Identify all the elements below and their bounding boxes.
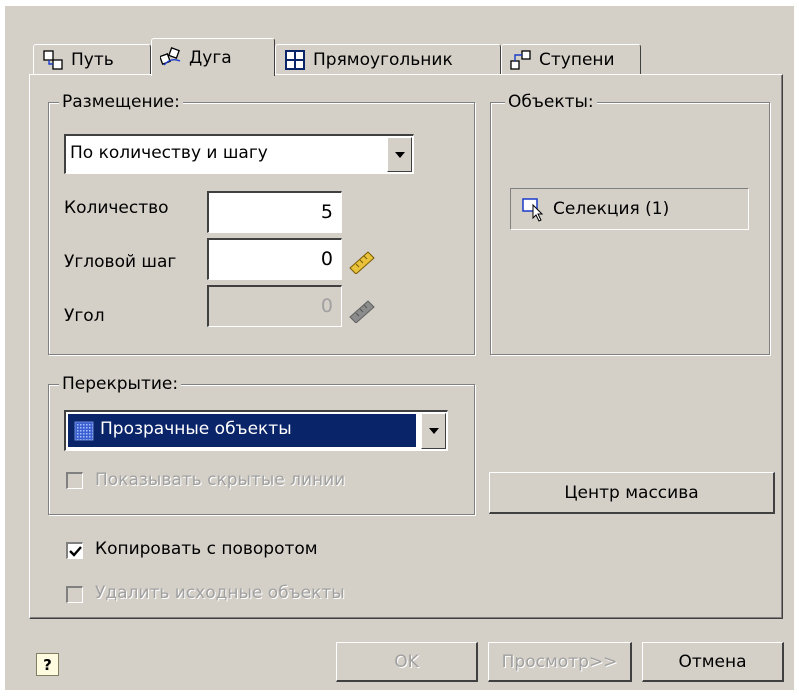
select-objects-button[interactable]: Селекция (1) [510,188,749,230]
path-icon [43,49,63,70]
tab-steps[interactable]: Ступени [501,44,641,74]
steps-icon [510,49,531,70]
transparent-pattern-icon [74,421,94,441]
cancel-button[interactable]: Отмена [642,642,784,682]
tab-arc[interactable]: Дуга [151,38,275,76]
angle-input: 0 [207,285,342,327]
selection-cursor-icon [522,198,544,222]
arc-icon [160,46,181,65]
pick-angle-icon[interactable] [346,246,378,274]
count-label: Количество [64,198,169,218]
pick-angle-disabled-icon [349,300,375,323]
copy-with-rotation-label: Копировать с поворотом [95,539,318,559]
angle-step-label: Угловой шаг [64,252,177,272]
placement-mode-dropdown-button[interactable] [387,137,412,172]
tab-rectangle[interactable]: Прямоугольник [275,44,501,74]
overlap-mode-select[interactable]: Прозрачные объекты [64,410,448,451]
tab-rectangle-label: Прямоугольник [313,49,453,70]
overlap-group-label: Перекрытие: [59,374,182,394]
count-input[interactable]: 5 [207,191,342,233]
angle-label: Угол [64,306,105,326]
overlap-mode-dropdown-button[interactable] [421,413,446,449]
placement-mode-select[interactable]: По количеству и шагу [64,134,414,174]
tab-path[interactable]: Путь [33,44,151,74]
delete-source-label: Удалить исходные объекты [95,583,345,603]
chevron-down-icon [428,428,439,434]
array-center-button[interactable]: Центр массива [489,472,775,514]
tab-path-label: Путь [71,49,114,70]
tab-steps-label: Ступени [539,49,615,70]
help-icon[interactable]: ? [36,653,59,676]
angle-step-input[interactable]: 0 [207,238,342,280]
overlap-mode-value: Прозрачные объекты [100,419,292,439]
chevron-down-icon [394,151,405,158]
placement-group-label: Размещение: [59,92,183,112]
array-dialog: Путь Дуга Прямоугольник Ступени Размещен… [5,6,794,690]
selection-label: Селекция (1) [553,199,670,219]
objects-group-label: Объекты: [505,92,597,112]
delete-source-checkbox [66,586,83,603]
placement-mode-value: По количеству и шагу [70,143,268,163]
grid-icon [285,49,305,70]
ok-button: OK [336,642,478,682]
checkmark-icon [68,546,82,557]
copy-with-rotation-checkbox[interactable] [66,542,83,559]
preview-button: Просмотр>> [488,642,632,682]
show-hidden-lines-checkbox [66,472,83,489]
show-hidden-lines-label: Показывать скрытые линии [95,470,346,490]
tab-arc-label: Дуга [189,47,232,68]
